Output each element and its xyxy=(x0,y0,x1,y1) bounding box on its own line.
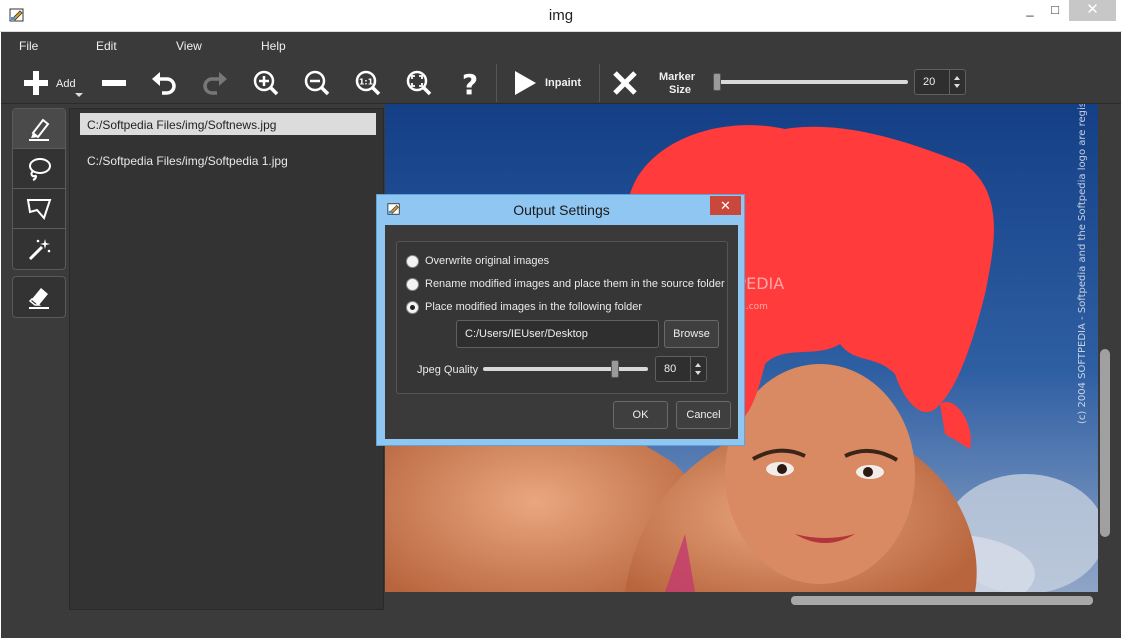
zoom-in-button[interactable] xyxy=(249,66,283,100)
marker-size-slider[interactable] xyxy=(713,80,908,84)
magic-wand-tool-button[interactable] xyxy=(13,229,65,269)
add-button[interactable] xyxy=(19,66,53,100)
ok-button[interactable]: OK xyxy=(613,401,668,429)
zoom-out-icon xyxy=(304,70,330,96)
vertical-scrollbar-thumb[interactable] xyxy=(1100,349,1110,537)
file-list: C:/Softpedia Files/img/Softnews.jpg C:/S… xyxy=(69,108,384,610)
zoom-fit-icon xyxy=(406,70,432,96)
toolbar-separator xyxy=(496,64,497,102)
redo-button[interactable] xyxy=(198,66,232,100)
polygon-lasso-icon xyxy=(26,198,52,220)
window-title: img xyxy=(548,7,574,24)
magic-wand-icon xyxy=(28,239,51,261)
jpeg-quality-spinbox[interactable]: 80 xyxy=(655,356,707,382)
zoom-actual-size-icon: 1:1 xyxy=(355,70,381,96)
vertical-scrollbar[interactable] xyxy=(1098,104,1112,592)
dialog-close-icon[interactable]: ✕ xyxy=(710,196,741,215)
remove-button[interactable] xyxy=(97,66,131,100)
maximize-icon[interactable]: □ xyxy=(1043,0,1067,21)
spin-up-icon[interactable] xyxy=(695,363,701,367)
marker-tool-button[interactable] xyxy=(13,109,65,149)
radio-button[interactable] xyxy=(406,254,419,268)
marker-icon xyxy=(29,118,50,141)
selection-tools xyxy=(12,108,66,270)
output-folder-field[interactable]: C:/Users/IEUser/Desktop xyxy=(456,320,659,348)
menubar: File Edit View Help xyxy=(1,32,1121,60)
undo-icon xyxy=(152,72,176,95)
jpeg-quality-value: 80 xyxy=(664,363,677,375)
dialog-title: Output Settings xyxy=(513,202,610,218)
lasso-icon xyxy=(29,157,51,181)
close-icon[interactable]: ✕ xyxy=(1069,0,1116,21)
cancel-inpaint-button[interactable] xyxy=(608,66,642,100)
plus-icon xyxy=(24,71,48,95)
jpeg-quality-slider-thumb[interactable] xyxy=(611,360,619,378)
menu-view[interactable]: View xyxy=(176,39,202,53)
spin-down-icon[interactable] xyxy=(954,84,960,88)
marker-size-slider-thumb[interactable] xyxy=(712,73,721,91)
zoom-fit-button[interactable] xyxy=(402,66,436,100)
eraser-tool-button[interactable] xyxy=(13,277,65,317)
file-list-item[interactable]: C:/Softpedia Files/img/Softnews.jpg xyxy=(80,113,376,135)
spin-arrows[interactable] xyxy=(690,357,706,381)
output-options-group: Overwrite original images Rename modifie… xyxy=(396,241,728,394)
menu-help[interactable]: Help xyxy=(261,39,286,53)
zoom-out-button[interactable] xyxy=(300,66,334,100)
window-titlebar: img _ □ ✕ xyxy=(0,0,1122,32)
marker-size-value: 20 xyxy=(923,76,936,88)
status-bar xyxy=(1,610,1121,638)
minimize-icon[interactable]: _ xyxy=(1019,0,1041,21)
rename-option[interactable]: Rename modified images and place them in… xyxy=(406,276,725,292)
eraser-tools xyxy=(12,276,66,318)
redo-icon xyxy=(203,72,227,95)
svg-text:?: ? xyxy=(462,69,478,97)
zoom-in-icon xyxy=(253,70,279,96)
dialog-body: Overwrite original images Rename modifie… xyxy=(385,225,738,439)
polygon-lasso-tool-button[interactable] xyxy=(13,189,65,229)
folder-option[interactable]: Place modified images in the following f… xyxy=(406,299,642,315)
marker-size-spinbox[interactable]: 20 xyxy=(914,69,966,95)
play-icon xyxy=(515,71,536,95)
question-icon: ? xyxy=(462,69,478,97)
spin-arrows[interactable] xyxy=(949,70,965,94)
minus-icon xyxy=(102,80,126,86)
toolbar-separator xyxy=(599,64,600,102)
output-settings-dialog: Output Settings ✕ Overwrite original ima… xyxy=(376,194,745,446)
spin-down-icon[interactable] xyxy=(695,371,701,375)
horizontal-scrollbar-thumb[interactable] xyxy=(791,596,1093,605)
canvas-side-text: (c) 2004 SOFTPEDIA - Softpedia and the S… xyxy=(1077,104,1088,424)
overwrite-option[interactable]: Overwrite original images xyxy=(406,253,549,269)
toolbar: Add 1:1 ? Inpaint Marker Size 20 xyxy=(1,60,1121,104)
lasso-tool-button[interactable] xyxy=(13,149,65,189)
zoom-actual-button[interactable]: 1:1 xyxy=(351,66,385,100)
radio-label: Overwrite original images xyxy=(425,255,550,267)
x-icon xyxy=(613,71,637,95)
help-button[interactable]: ? xyxy=(453,66,487,100)
cancel-button[interactable]: Cancel xyxy=(676,401,731,429)
horizontal-scrollbar[interactable] xyxy=(385,592,1098,608)
jpeg-quality-label: Jpeg Quality xyxy=(417,364,479,376)
radio-button[interactable] xyxy=(406,277,419,291)
radio-button-selected[interactable] xyxy=(406,300,419,314)
radio-label: Rename modified images and place them in… xyxy=(425,278,725,290)
spin-up-icon[interactable] xyxy=(954,76,960,80)
eraser-icon xyxy=(28,288,49,309)
marker-size-label: Marker xyxy=(659,71,696,83)
jpeg-quality-slider[interactable] xyxy=(483,367,648,371)
undo-button[interactable] xyxy=(147,66,181,100)
inpaint-button[interactable] xyxy=(508,66,542,100)
browse-button[interactable]: Browse xyxy=(664,320,719,348)
add-label: Add xyxy=(56,78,76,90)
menu-edit[interactable]: Edit xyxy=(96,39,117,53)
marker-size-label-2: Size xyxy=(669,84,692,96)
inpaint-label[interactable]: Inpaint xyxy=(545,77,581,89)
menu-file[interactable]: File xyxy=(19,39,38,53)
add-dropdown-icon[interactable] xyxy=(75,93,83,97)
svg-text:1:1: 1:1 xyxy=(359,78,374,87)
file-list-item[interactable]: C:/Softpedia Files/img/Softpedia 1.jpg xyxy=(80,149,376,171)
radio-label: Place modified images in the following f… xyxy=(425,301,643,313)
